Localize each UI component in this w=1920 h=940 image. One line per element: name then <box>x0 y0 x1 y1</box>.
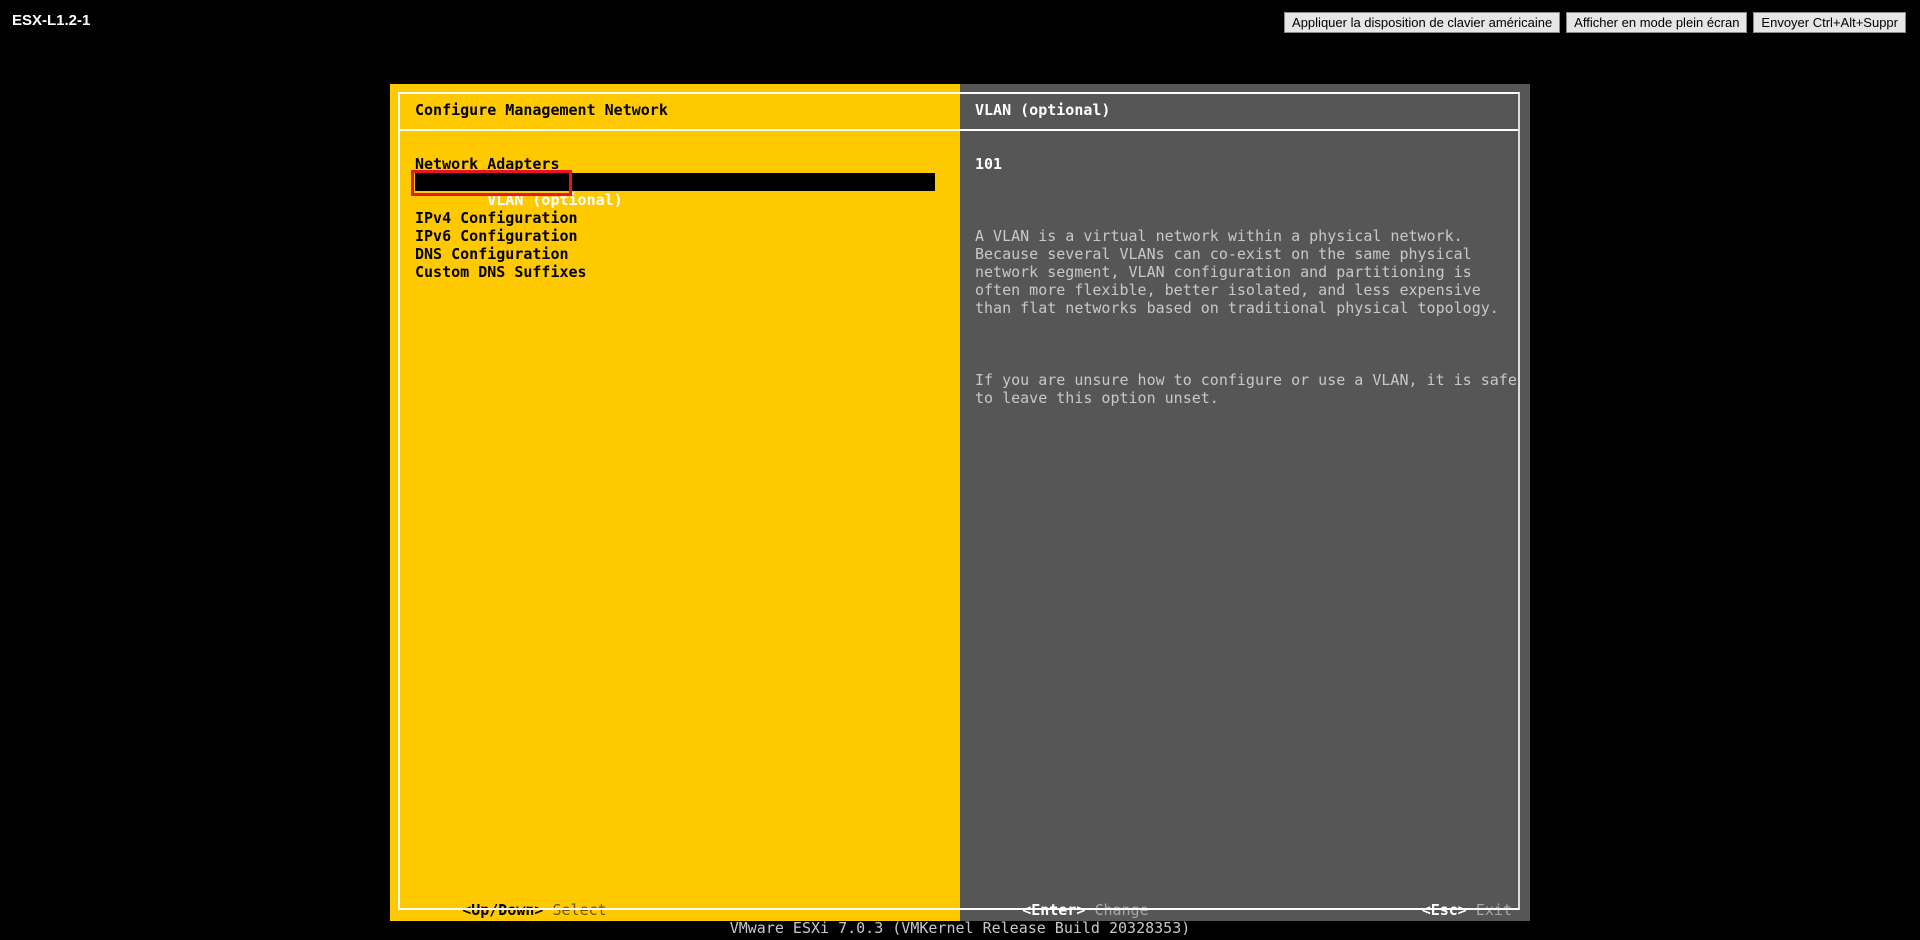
menu-item-vlan[interactable]: VLAN (optional) <box>411 170 935 209</box>
details-title: VLAN (optional) <box>975 101 1111 119</box>
vm-name-label: ESX-L1.2-1 <box>12 12 91 29</box>
up-down-key: <Up/Down> <box>462 901 544 919</box>
esxi-version-status: VMware ESXi 7.0.3 (VMKernel Release Buil… <box>729 919 1191 937</box>
vlan-id-value: 101 <box>975 155 1003 173</box>
menu-pane: Configure Management Network Network Ada… <box>390 84 960 921</box>
esc-key: <Esc> <box>1421 901 1467 919</box>
menu-title: Configure Management Network <box>415 101 668 119</box>
dcui-console[interactable]: Configure Management Network Network Ada… <box>390 84 1530 921</box>
send-ctrl-alt-del-button[interactable]: Envoyer Ctrl+Alt+Suppr <box>1753 12 1906 33</box>
fullscreen-button[interactable]: Afficher en mode plein écran <box>1566 12 1748 33</box>
menu-item-ipv6-configuration[interactable]: IPv6 Configuration <box>415 227 935 245</box>
help-paragraph: If you are unsure how to configure or us… <box>975 371 1517 407</box>
exit-action-label: Exit <box>1475 901 1512 919</box>
vlan-help-text: A VLAN is a virtual network within a phy… <box>975 191 1517 443</box>
select-action-label: Select <box>552 901 607 919</box>
menu-item-dns-configuration[interactable]: DNS Configuration <box>415 245 935 263</box>
menu-item-vlan-label: VLAN (optional) <box>487 191 623 209</box>
config-menu: Network Adapters VLAN (optional) IPv4 Co… <box>411 155 935 281</box>
change-action-label: Change <box>1094 901 1149 919</box>
menu-item-custom-dns-suffixes[interactable]: Custom DNS Suffixes <box>415 263 935 281</box>
details-pane: VLAN (optional) 101 A VLAN is a virtual … <box>960 84 1530 921</box>
details-title-divider <box>960 129 1520 131</box>
menu-item-network-adapters[interactable]: Network Adapters <box>415 155 935 173</box>
enter-key: <Enter> <box>1022 901 1086 919</box>
us-keyboard-layout-button[interactable]: Appliquer la disposition de clavier amér… <box>1284 12 1561 33</box>
console-toolbar: Appliquer la disposition de clavier amér… <box>1284 12 1906 33</box>
menu-item-ipv4-configuration[interactable]: IPv4 Configuration <box>415 209 935 227</box>
help-paragraph: A VLAN is a virtual network within a phy… <box>975 227 1499 317</box>
menu-title-divider <box>400 129 960 131</box>
